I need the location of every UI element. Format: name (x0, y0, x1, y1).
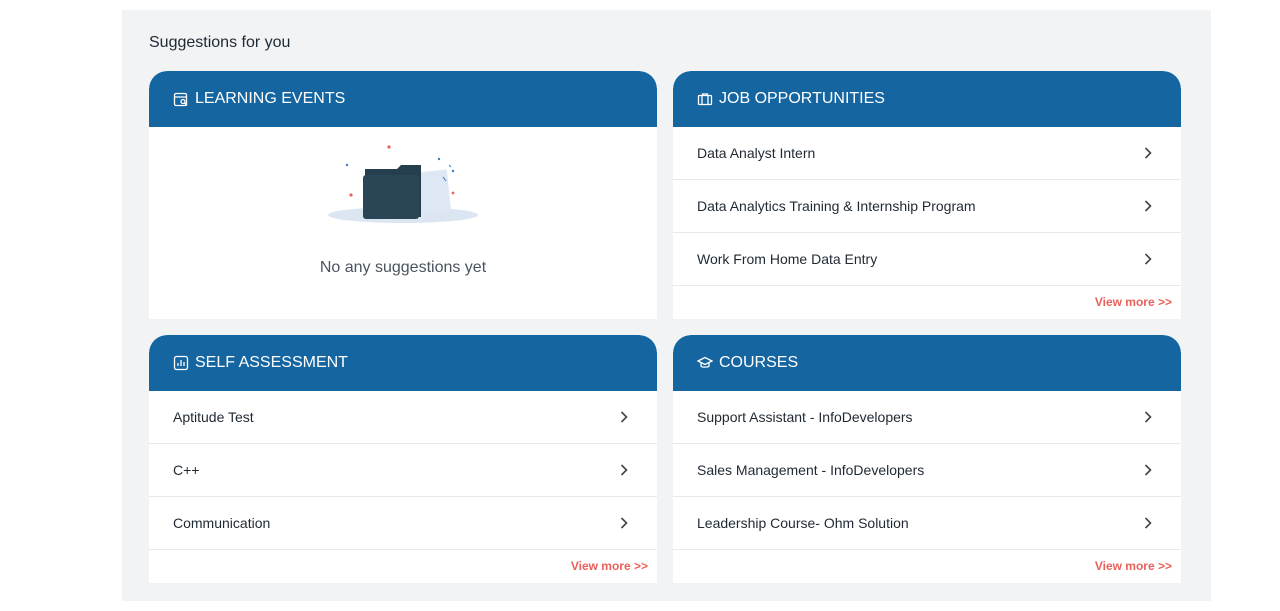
learning-events-card: LEARNING EVENTS No any suggestions yet (149, 71, 657, 319)
courses-view-more-link[interactable]: View more >> (673, 550, 1181, 581)
self-assessment-header: SELF ASSESSMENT (149, 335, 657, 391)
learning-events-header: LEARNING EVENTS (149, 71, 657, 127)
courses-card: COURSES Support Assistant - InfoDevelope… (673, 335, 1181, 583)
empty-state: No any suggestions yet (149, 127, 657, 318)
suggestions-panel: Suggestions for you LEARNING EVENTS No a… (122, 10, 1211, 601)
calendar-search-icon (173, 91, 189, 107)
briefcase-icon (697, 91, 713, 107)
course-item-label: Support Assistant - InfoDevelopers (697, 409, 913, 425)
assessment-item-label: C++ (173, 462, 200, 478)
assessment-item-label: Aptitude Test (173, 409, 254, 425)
self-assessment-title: SELF ASSESSMENT (195, 354, 348, 371)
course-item[interactable]: Leadership Course- Ohm Solution (673, 497, 1181, 550)
job-view-more-link[interactable]: View more >> (673, 286, 1181, 317)
job-item[interactable]: Work From Home Data Entry (673, 233, 1181, 286)
chevron-right-icon (619, 410, 629, 424)
job-item-label: Data Analyst Intern (697, 145, 816, 161)
graduation-cap-icon (697, 355, 713, 371)
chevron-right-icon (1143, 146, 1153, 160)
chevron-right-icon (1143, 199, 1153, 213)
empty-folder-illustration (327, 139, 479, 234)
empty-message: No any suggestions yet (319, 259, 487, 276)
bar-chart-icon (173, 355, 189, 371)
chevron-right-icon (1143, 463, 1153, 477)
course-item[interactable]: Sales Management - InfoDevelopers (673, 444, 1181, 497)
learning-events-title: LEARNING EVENTS (195, 90, 346, 107)
job-item-label: Work From Home Data Entry (697, 251, 878, 267)
chevron-right-icon (1143, 410, 1153, 424)
job-opportunities-header: JOB OPPORTUNITIES (673, 71, 1181, 127)
courses-title: COURSES (719, 354, 799, 371)
course-item[interactable]: Support Assistant - InfoDevelopers (673, 391, 1181, 444)
courses-header: COURSES (673, 335, 1181, 391)
assessment-item-label: Communication (173, 515, 271, 531)
job-item[interactable]: Data Analyst Intern (673, 127, 1181, 180)
job-item[interactable]: Data Analytics Training & Internship Pro… (673, 180, 1181, 233)
self-assessment-card: SELF ASSESSMENT Aptitude Test C++ Commun… (149, 335, 657, 583)
chevron-right-icon (619, 463, 629, 477)
chevron-right-icon (1143, 252, 1153, 266)
chevron-right-icon (619, 516, 629, 530)
section-title: Suggestions for you (149, 34, 291, 51)
course-item-label: Leadership Course- Ohm Solution (697, 515, 909, 531)
job-opportunities-title: JOB OPPORTUNITIES (719, 90, 885, 107)
job-item-label: Data Analytics Training & Internship Pro… (697, 198, 976, 214)
job-opportunities-card: JOB OPPORTUNITIES Data Analyst Intern Da… (673, 71, 1181, 319)
assessment-item[interactable]: Communication (149, 497, 657, 550)
assessment-item[interactable]: Aptitude Test (149, 391, 657, 444)
assessment-view-more-link[interactable]: View more >> (149, 550, 657, 581)
course-item-label: Sales Management - InfoDevelopers (697, 462, 925, 478)
chevron-right-icon (1143, 516, 1153, 530)
assessment-item[interactable]: C++ (149, 444, 657, 497)
